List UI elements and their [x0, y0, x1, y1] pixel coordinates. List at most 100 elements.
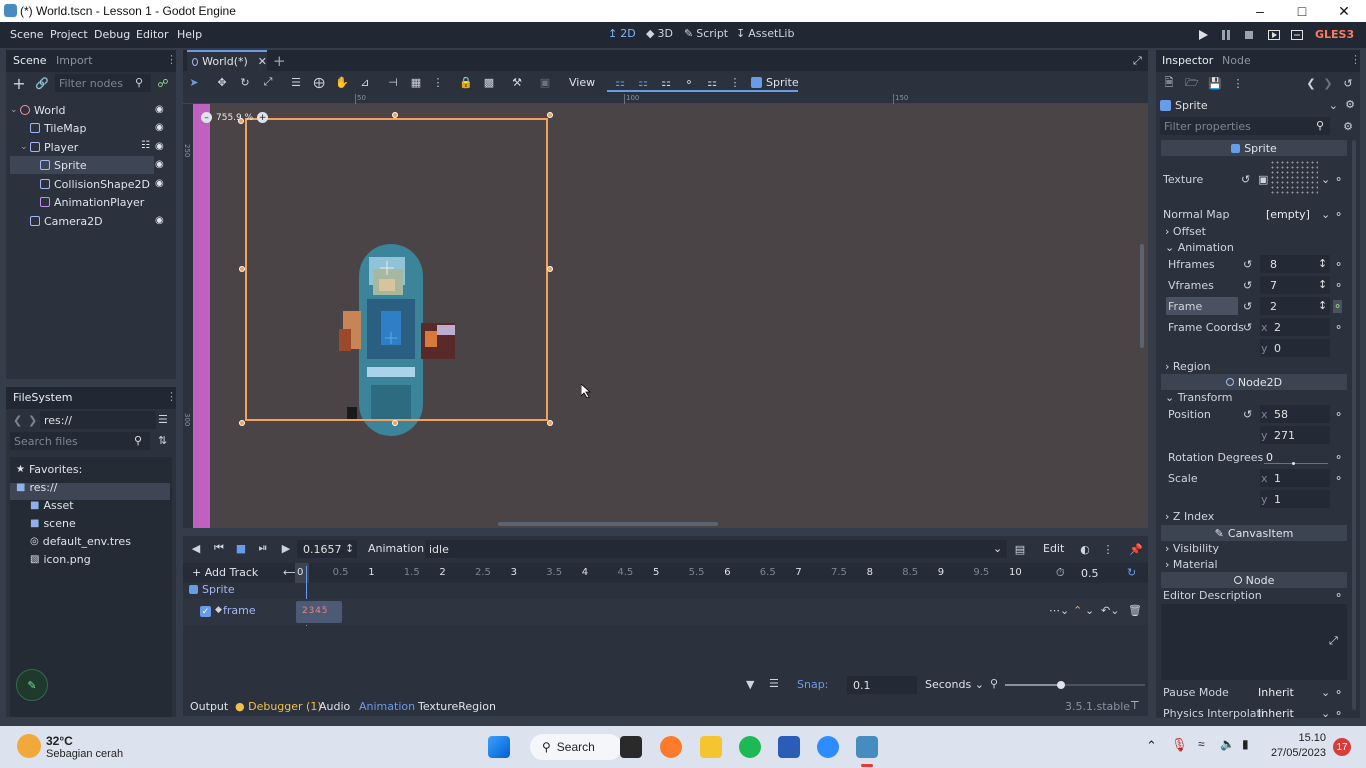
revert-icon[interactable]: ↺: [1241, 173, 1250, 186]
position-x-field[interactable]: x 58: [1260, 405, 1330, 423]
stop-button[interactable]: [1242, 28, 1256, 42]
tree-item-collisionshape2d[interactable]: CollisionShape2D: [10, 175, 154, 193]
word-icon[interactable]: [778, 736, 800, 758]
taskbar-search[interactable]: ⚲ Search: [530, 734, 622, 760]
tree-item-animationplayer[interactable]: AnimationPlayer: [10, 193, 154, 211]
file-explorer-icon[interactable]: [700, 736, 722, 758]
revert-icon[interactable]: ↺: [1243, 300, 1252, 313]
visibility-eye-icon[interactable]: ◉: [155, 178, 164, 189]
windows-start-icon[interactable]: [488, 736, 510, 758]
keyframe-key-icon[interactable]: ⚬: [1334, 707, 1343, 720]
tree-item-player[interactable]: ⌄ Player: [10, 138, 154, 156]
keyframe-key-icon[interactable]: ⚬: [1334, 472, 1343, 485]
object-properties-icon[interactable]: ⚙: [1343, 97, 1357, 111]
update-mode-icon[interactable]: ⋯⌄: [1049, 604, 1069, 617]
rotation-slider[interactable]: 0: [1262, 448, 1330, 466]
godot-taskbar-icon[interactable]: [856, 736, 878, 758]
chevron-down-icon[interactable]: ⌄: [1321, 707, 1330, 720]
create-resource-icon[interactable]: 🗎: [1162, 76, 1176, 90]
keyframe-key-icon[interactable]: ⚬: [1334, 686, 1343, 699]
frame-field[interactable]: 2 ↕: [1260, 297, 1330, 315]
chevron-up-icon[interactable]: ⌃: [1146, 738, 1157, 754]
close-tab-icon[interactable]: ✕: [258, 55, 267, 68]
animation-select[interactable]: idle ⌄: [425, 540, 1007, 558]
physics-interpolation-select[interactable]: Inherit: [1258, 707, 1294, 720]
tab-node[interactable]: Node: [1222, 54, 1251, 67]
firefox-icon[interactable]: [660, 736, 682, 758]
region-section[interactable]: › Region: [1165, 360, 1211, 373]
keyframe-key-icon[interactable]: ⚬: [1334, 173, 1343, 186]
renderer-label[interactable]: GLES3: [1315, 28, 1354, 41]
tab-animation[interactable]: Animation: [359, 700, 415, 713]
revert-icon[interactable]: ↺: [1243, 258, 1252, 271]
keyframe-key-icon[interactable]: ⚬: [1334, 258, 1343, 271]
history-forward-icon[interactable]: ❯: [1321, 76, 1335, 90]
autoplay-icon[interactable]: ▤: [1013, 542, 1027, 556]
play-custom-scene-button[interactable]: [1290, 28, 1304, 42]
auto-key-icon[interactable]: ⚏: [705, 75, 719, 89]
pause-button[interactable]: [1219, 28, 1233, 42]
file-item[interactable]: ■ scene: [30, 514, 76, 532]
play-backward-icon[interactable]: ◀: [190, 542, 202, 555]
notification-badge[interactable]: 17: [1333, 738, 1351, 756]
selection-handle[interactable]: [239, 266, 245, 272]
skeleton-icon[interactable]: ⚒: [510, 75, 524, 89]
chevron-down-icon[interactable]: ⌄: [1321, 208, 1330, 221]
vertical-scrollbar[interactable]: [1140, 244, 1144, 348]
track-property-label[interactable]: frame: [223, 604, 256, 617]
selection-handle[interactable]: [392, 420, 398, 426]
hframes-field[interactable]: 8 ↕: [1260, 255, 1330, 273]
tab-world[interactable]: World(*) ✕: [187, 50, 267, 71]
tab-output[interactable]: Output: [190, 700, 228, 713]
pan-mode-icon[interactable]: ✋: [335, 75, 349, 89]
property-settings-icon[interactable]: ⚙: [1341, 119, 1355, 133]
task-view-icon[interactable]: [620, 736, 642, 758]
tab-scene[interactable]: Scene: [13, 54, 47, 67]
revert-icon[interactable]: ↺: [1243, 321, 1252, 334]
lock-icon[interactable]: 🔒: [459, 75, 473, 89]
tree-item-camera2d[interactable]: Camera2D: [10, 212, 154, 230]
tab-debugger[interactable]: ● Debugger (1): [235, 700, 322, 713]
volume-icon[interactable]: 🔈: [1220, 737, 1235, 751]
filter-properties-input[interactable]: Filter properties ⚲: [1160, 117, 1330, 135]
offset-section[interactable]: › Offset: [1165, 225, 1206, 238]
add-track-button[interactable]: + Add Track: [192, 566, 258, 579]
edit-menu[interactable]: Edit: [1043, 542, 1064, 555]
filter-nodes-input[interactable]: Filter nodes ⚲: [55, 74, 151, 92]
menu-help[interactable]: Help: [177, 28, 202, 41]
rotate-mode-icon[interactable]: ↻: [238, 75, 252, 89]
keyframe-key-icon[interactable]: ⚬: [1334, 208, 1343, 221]
material-section[interactable]: › Material: [1165, 558, 1218, 571]
weather-icon[interactable]: [17, 734, 41, 758]
history-icon[interactable]: ↺: [1341, 76, 1355, 90]
view-menu[interactable]: View: [569, 76, 595, 89]
animation-section[interactable]: ⌄ Animation: [1165, 241, 1234, 254]
zoom-in-icon[interactable]: +: [257, 112, 269, 123]
maximize-button[interactable]: □: [1280, 0, 1324, 22]
spotify-icon[interactable]: [739, 736, 761, 758]
file-item[interactable]: ◎ default_env.tres: [30, 532, 131, 550]
keyframe-block[interactable]: 2 3 4 5: [296, 601, 342, 623]
selection-handle[interactable]: [547, 266, 553, 272]
battery-icon[interactable]: ▮: [1242, 737, 1249, 751]
selection-handle[interactable]: [239, 420, 245, 426]
tab-texture-region[interactable]: TextureRegion: [418, 700, 496, 713]
chevron-down-icon[interactable]: ⌄: [20, 142, 30, 152]
keyframe-key-icon[interactable]: ⚬: [1334, 589, 1343, 602]
search-files-input[interactable]: Search files ⚲: [10, 432, 150, 450]
revert-icon[interactable]: ↺: [1243, 408, 1252, 421]
menu-scene[interactable]: Scene: [10, 28, 44, 41]
pencil-icon[interactable]: ✎: [16, 669, 48, 701]
time-field[interactable]: 0.1657 ↕: [297, 540, 357, 558]
dock-menu-icon[interactable]: ⋮: [1350, 53, 1361, 66]
selection-handle[interactable]: [547, 420, 553, 426]
pivot-icon[interactable]: ⨁: [312, 75, 326, 89]
horizontal-scrollbar[interactable]: [498, 522, 718, 526]
visibility-eye-icon[interactable]: ◉: [155, 215, 164, 226]
workspace-2d-button[interactable]: ↥ 2D: [608, 27, 636, 40]
select-mode-icon[interactable]: ➤: [187, 75, 201, 89]
canvas-viewport[interactable]: – 755.9 % +: [183, 104, 1148, 528]
close-button[interactable]: ✕: [1322, 0, 1366, 22]
key-insert-icon[interactable]: ⚬: [682, 75, 696, 89]
grid-snap-icon[interactable]: ▦: [409, 75, 423, 89]
